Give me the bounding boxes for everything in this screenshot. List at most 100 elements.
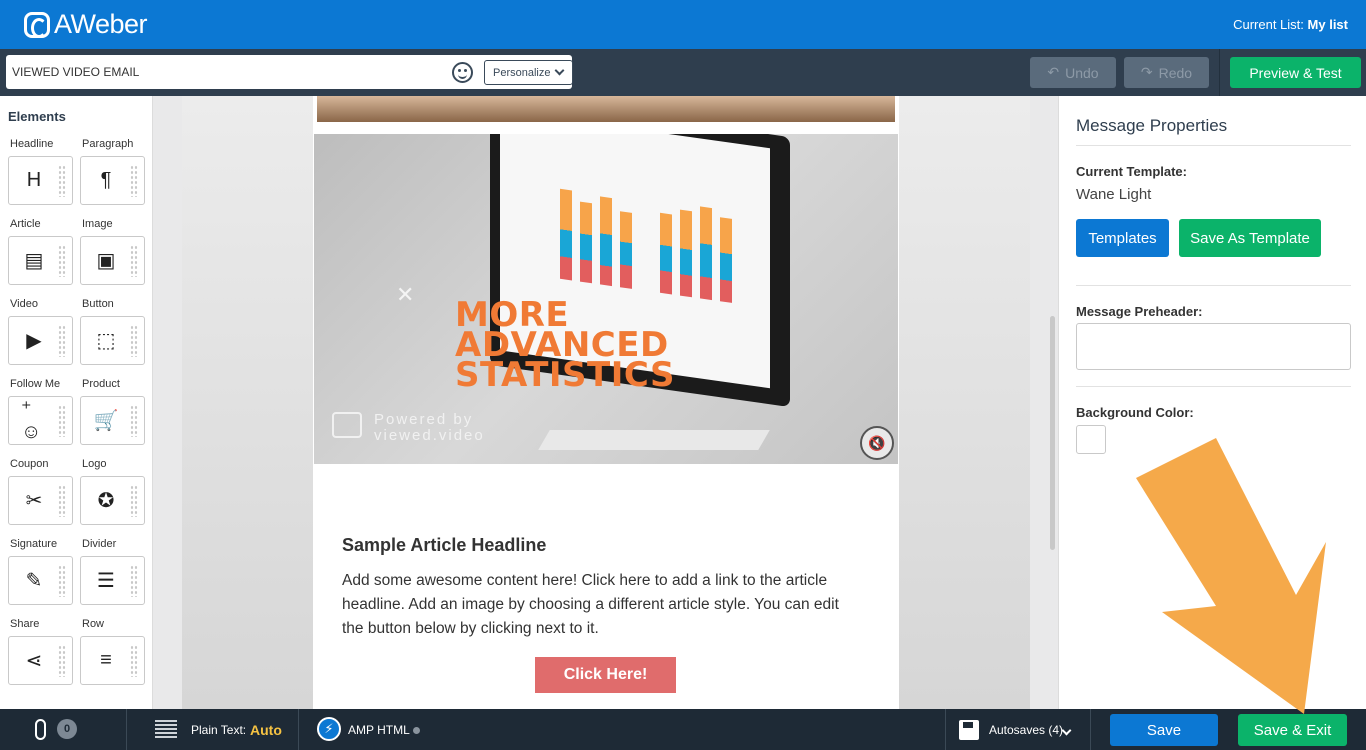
element-video: Video ▶: [8, 297, 73, 377]
drag-handle-icon[interactable]: [58, 245, 66, 277]
element-button: Button ⬚: [80, 297, 145, 377]
row-icon: ≡: [100, 648, 112, 671]
elements-panel: Elements Headline H Paragraph ¶ Article ▤ Imag…: [0, 96, 153, 709]
powered-by-text: Powered by viewed.video: [374, 412, 485, 444]
element-image: Image ▣: [80, 217, 145, 297]
element-tile-logo[interactable]: ✪: [80, 476, 145, 525]
logo-icon: ✪: [97, 489, 115, 512]
element-tile-headline[interactable]: H: [8, 156, 73, 205]
divider: [945, 709, 946, 750]
element-label: Coupon: [10, 458, 49, 470]
editor-toolbar: Personalize ↶ Undo ↷ Redo Preview & Test: [0, 49, 1366, 96]
preheader-input[interactable]: [1076, 323, 1351, 370]
follow-me-icon: ⁺☺: [21, 398, 42, 443]
message-properties-panel: Message Properties Current Template: Wan…: [1058, 96, 1366, 709]
viewed-video-logo-icon: [332, 412, 362, 438]
element-tile-coupon[interactable]: ✂: [8, 476, 73, 525]
chevron-down-icon[interactable]: [1061, 723, 1072, 737]
amp-status-dot: [413, 727, 420, 734]
personalize-dropdown[interactable]: Personalize: [484, 60, 573, 85]
aweber-logo[interactable]: AWeber: [24, 9, 148, 40]
element-tile-button[interactable]: ⬚: [80, 316, 145, 365]
element-follow-me: Follow Me ⁺☺: [8, 377, 73, 457]
paperclip-icon[interactable]: [35, 719, 46, 740]
preview-test-button[interactable]: Preview & Test: [1230, 57, 1361, 88]
autosaves-dropdown[interactable]: Autosaves (4): [989, 723, 1063, 737]
element-tile-product[interactable]: 🛒: [80, 396, 145, 445]
element-tile-follow-me[interactable]: ⁺☺: [8, 396, 73, 445]
signature-icon: ✎: [25, 569, 43, 592]
chart-bar: [700, 206, 712, 301]
amp-html-label[interactable]: AMP HTML: [348, 723, 410, 737]
drag-handle-icon[interactable]: [130, 565, 138, 597]
drag-handle-icon[interactable]: [130, 645, 138, 677]
redo-label: Redo: [1158, 64, 1193, 81]
element-label: Share: [10, 618, 40, 630]
preheader-label: Message Preheader:: [1076, 304, 1203, 319]
undo-button[interactable]: ↶ Undo: [1030, 57, 1116, 88]
chart-bar: [580, 201, 592, 284]
current-list[interactable]: Current List: My list: [1233, 17, 1348, 32]
header-image-strip[interactable]: [317, 96, 895, 122]
element-divider: Divider ☰: [80, 537, 145, 617]
drag-handle-icon[interactable]: [58, 485, 66, 517]
element-tile-row[interactable]: ≡: [80, 636, 145, 685]
element-paragraph: Paragraph ¶: [80, 137, 145, 217]
drag-handle-icon[interactable]: [58, 325, 66, 357]
drag-handle-icon[interactable]: [58, 405, 66, 437]
element-tile-image[interactable]: ▣: [80, 236, 145, 285]
element-label: Video: [10, 298, 38, 310]
powered-line: Powered by: [374, 411, 474, 428]
article-body[interactable]: Add some awesome content here! Click her…: [342, 569, 862, 641]
background-color-label: Background Color:: [1076, 405, 1194, 420]
article-headline[interactable]: Sample Article Headline: [342, 535, 546, 556]
element-tile-share[interactable]: ⋖: [8, 636, 73, 685]
emoji-icon[interactable]: [452, 62, 473, 83]
templates-button[interactable]: Templates: [1076, 219, 1169, 257]
element-tile-divider[interactable]: ☰: [80, 556, 145, 605]
personalize-label: Personalize: [493, 66, 551, 79]
canvas-scrollbar[interactable]: [1050, 316, 1055, 550]
subject-input[interactable]: [6, 55, 436, 89]
bottom-bar: 0 Plain Text: Auto ⚡ AMP HTML Autosaves …: [0, 709, 1366, 750]
save-as-template-button[interactable]: Save As Template: [1179, 219, 1321, 257]
divider: [1076, 386, 1351, 387]
drag-handle-icon[interactable]: [130, 165, 138, 197]
drag-handle-icon[interactable]: [130, 325, 138, 357]
current-template-value: Wane Light: [1076, 186, 1152, 203]
undo-label: Undo: [1065, 64, 1099, 81]
save-exit-button[interactable]: Save & Exit: [1238, 714, 1347, 746]
save-button[interactable]: Save: [1110, 714, 1218, 746]
image-icon: ▣: [96, 249, 116, 272]
element-product: Product 🛒: [80, 377, 145, 457]
element-tile-signature[interactable]: ✎: [8, 556, 73, 605]
drag-handle-icon[interactable]: [130, 485, 138, 517]
app-header: AWeber Current List: My list: [0, 0, 1366, 49]
plain-text-label[interactable]: Plain Text:: [191, 723, 246, 737]
drag-handle-icon[interactable]: [58, 565, 66, 597]
mute-icon[interactable]: 🔇: [860, 426, 894, 460]
drag-handle-icon[interactable]: [130, 245, 138, 277]
plain-text-value[interactable]: Auto: [250, 722, 282, 738]
element-label: Product: [82, 378, 120, 390]
drag-handle-icon[interactable]: [58, 165, 66, 197]
background-color-swatch[interactable]: [1076, 425, 1106, 454]
chart-bar: [680, 209, 692, 298]
chart-bar: [600, 196, 612, 287]
element-tile-video[interactable]: ▶: [8, 316, 73, 365]
redo-button[interactable]: ↷ Redo: [1124, 57, 1209, 88]
cta-button[interactable]: Click Here!: [535, 657, 676, 693]
close-icon: ✕: [396, 282, 415, 307]
element-share: Share ⋖: [8, 617, 73, 697]
divider-icon: ☰: [97, 569, 115, 592]
element-label: Signature: [10, 538, 58, 550]
redo-icon: ↷: [1140, 64, 1153, 80]
share-icon: ⋖: [25, 649, 43, 672]
divider: [126, 709, 127, 750]
element-tile-paragraph[interactable]: ¶: [80, 156, 145, 205]
element-tile-article[interactable]: ▤: [8, 236, 73, 285]
drag-handle-icon[interactable]: [58, 645, 66, 677]
drag-handle-icon[interactable]: [130, 405, 138, 437]
properties-title: Message Properties: [1076, 116, 1228, 135]
video-block[interactable]: ✕ MORE ADVANCED STATISTICS Powered by vi…: [314, 134, 898, 464]
